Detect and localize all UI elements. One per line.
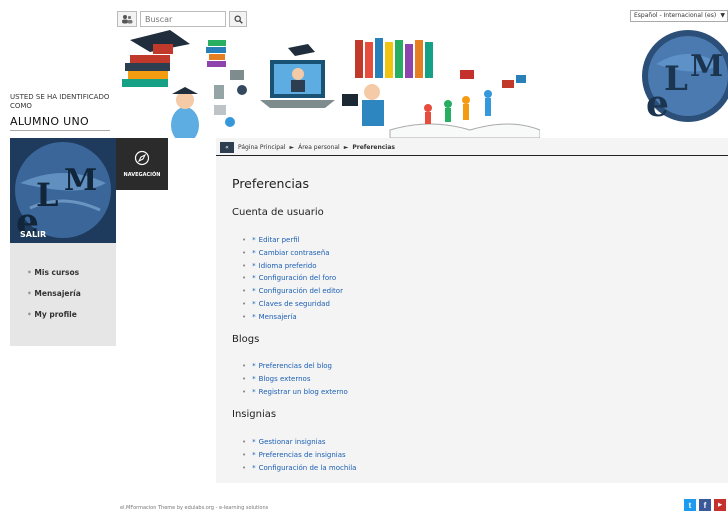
cuenta-links: • * Editar perfil • * Cambiar contraseña • * I… (242, 234, 343, 324)
svg-text:L: L (36, 176, 59, 214)
list-item[interactable]: • * Preferencias del blog (242, 360, 348, 373)
youtube-icon[interactable]: ▶ (714, 499, 726, 511)
navigation-label: NAVEGACIÓN (123, 172, 161, 178)
svg-text:L: L (664, 59, 688, 99)
list-item[interactable]: • * Configuración de la mochila (242, 462, 356, 475)
login-info: USTED SE HA IDENTIFICADO COMO (10, 93, 110, 110)
list-item[interactable]: • * Cambiar contraseña (242, 247, 343, 260)
menu-item-my-profile[interactable]: My profile (27, 310, 81, 319)
search-icon[interactable] (229, 11, 247, 27)
menu-item-mensajeria[interactable]: Mensajería (27, 289, 80, 298)
list-item[interactable]: • * Idioma preferido (242, 260, 343, 273)
breadcrumb-current: Preferencias (352, 144, 395, 151)
list-item[interactable]: • * Editar perfil (242, 234, 343, 247)
user-menu: Mis cursos Mensajería My profile (27, 268, 81, 331)
link-configuracion-foro[interactable]: Configuración del foro (259, 274, 336, 282)
navigation-block-button[interactable]: NAVEGACIÓN (116, 138, 168, 190)
link-preferencias-insignias[interactable]: Preferencias de insignias (259, 451, 346, 459)
footer-credits: el.MFormacion Theme by edulabs.org - e-l… (120, 505, 269, 511)
logout-link[interactable]: SALIR (20, 230, 46, 239)
collapse-sidebar-button[interactable]: « (220, 142, 234, 153)
list-item[interactable]: • * Configuración del editor (242, 285, 343, 298)
link-blogs-externos[interactable]: Blogs externos (259, 375, 311, 383)
svg-text:M: M (690, 49, 723, 84)
breadcrumb-divider (216, 155, 728, 156)
facebook-icon[interactable]: f (699, 499, 711, 511)
section-title-insignias: Insignias (232, 409, 277, 420)
list-item[interactable]: • * Registrar un blog externo (242, 386, 348, 399)
link-claves-seguridad[interactable]: Claves de seguridad (259, 300, 330, 308)
section-title-cuenta: Cuenta de usuario (232, 207, 324, 218)
site-logo: e L M (642, 30, 728, 125)
blogs-links: • * Preferencias del blog • * Blogs externos… (242, 360, 348, 398)
list-item[interactable]: • * Gestionar insignias (242, 436, 356, 449)
link-gestionar-insignias[interactable]: Gestionar insignias (259, 438, 326, 446)
list-item[interactable]: • * Claves de seguridad (242, 298, 343, 311)
svg-text:M: M (64, 163, 97, 198)
chevron-down-icon: ▼ (720, 12, 725, 19)
link-registrar-blog[interactable]: Registrar un blog externo (259, 388, 348, 396)
breadcrumb-separator: ► (343, 144, 349, 151)
link-preferencias-blog[interactable]: Preferencias del blog (259, 362, 332, 370)
list-item[interactable]: • * Configuración del foro (242, 272, 343, 285)
insignias-links: • * Gestionar insignias • * Preferencias de … (242, 436, 356, 474)
section-title-blogs: Blogs (232, 334, 260, 345)
user-name[interactable]: ALUMNO UNO (10, 115, 89, 128)
language-value: Español - Internacional (es) (634, 12, 717, 19)
divider (10, 130, 110, 131)
breadcrumb: « Página Principal ► Área personal ► Pre… (220, 142, 395, 153)
users-icon[interactable] (117, 11, 137, 27)
list-item[interactable]: • * Blogs externos (242, 373, 348, 386)
page-title: Preferencias (232, 176, 309, 191)
breadcrumb-separator: ► (289, 144, 295, 151)
menu-item-mis-cursos[interactable]: Mis cursos (27, 268, 81, 277)
language-select[interactable]: Español - Internacional (es) ▼ (630, 10, 728, 22)
breadcrumb-area-personal[interactable]: Área personal (298, 144, 340, 151)
link-configuracion-mochila[interactable]: Configuración de la mochila (259, 464, 357, 472)
breadcrumb-home[interactable]: Página Principal (238, 144, 285, 151)
link-configuracion-editor[interactable]: Configuración del editor (259, 287, 343, 295)
list-item[interactable]: • * Mensajería (242, 311, 343, 324)
link-cambiar-contrasena[interactable]: Cambiar contraseña (259, 249, 330, 257)
link-mensajeria[interactable]: Mensajería (259, 313, 297, 321)
list-item[interactable]: • * Preferencias de insignias (242, 449, 356, 462)
link-idioma-preferido[interactable]: Idioma preferido (259, 262, 317, 270)
social-links: t f ▶ (684, 499, 726, 511)
header-banner (122, 30, 540, 138)
twitter-icon[interactable]: t (684, 499, 696, 511)
compass-icon (134, 150, 150, 166)
user-avatar-logo: e L M (10, 138, 116, 243)
link-editar-perfil[interactable]: Editar perfil (259, 236, 300, 244)
search-input[interactable] (140, 11, 226, 27)
search-bar (117, 11, 247, 27)
